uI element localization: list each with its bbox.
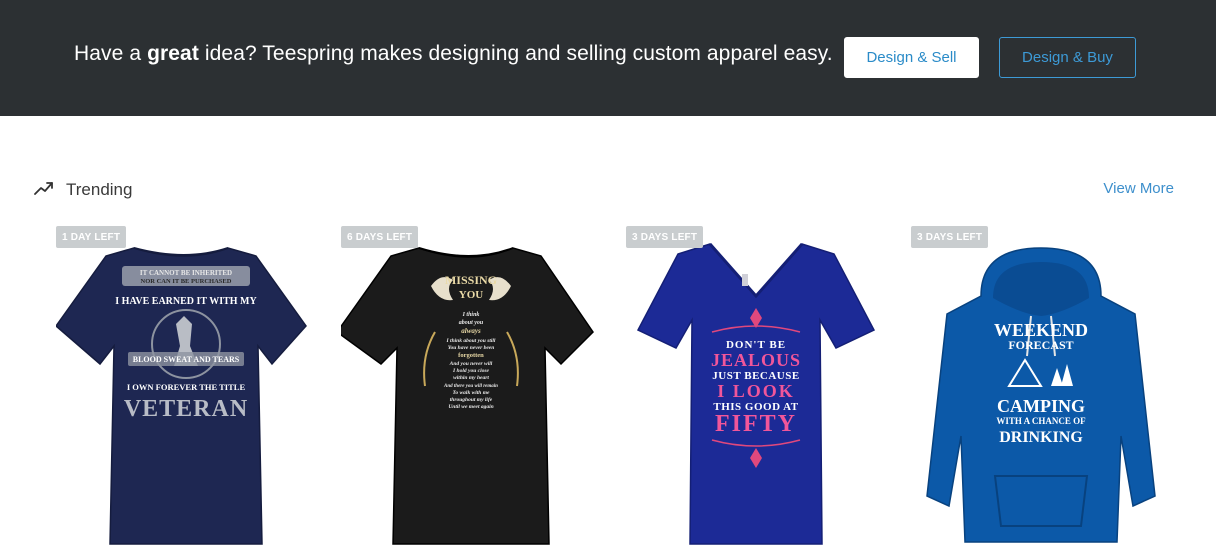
time-left-badge: 3 DAYS LEFT [626, 226, 704, 248]
shirt-line: I LOOK [717, 381, 795, 401]
shirt-line: Until we meet again [448, 404, 493, 410]
shirt-line: I think about you still [446, 338, 496, 344]
shirt-line: You have never been [448, 345, 495, 351]
shirt-line: CAMPING [997, 396, 1085, 416]
shirt-line: JEALOUS [711, 350, 801, 370]
view-more-link[interactable]: View More [1103, 180, 1174, 197]
shirt-line: And you never will [449, 361, 493, 367]
shirt-line: NOR CAN IT BE PURCHASED [141, 278, 232, 285]
product-image[interactable]: WEEKEND FORECAST CAMPING WITH A CHANCE O… [911, 236, 1171, 556]
product-card[interactable]: 1 DAY LEFT IT CANNOT BE INHERITED NOR CA… [56, 226, 316, 556]
trending-title: Trending [66, 180, 133, 199]
shirt-line: I OWN FOREVER THE TITLE [127, 382, 246, 392]
shirt-line: throughout my life [450, 397, 493, 403]
trending-up-icon [34, 180, 54, 196]
shirt-line: FIFTY [715, 411, 797, 437]
product-image[interactable]: MISSING YOU I think about you always I t… [341, 236, 601, 556]
shirt-line: MISSING [445, 273, 497, 287]
product-card[interactable]: 6 DAYS LEFT MISSING YOU I think about yo… [341, 226, 601, 556]
shirt-line: WEEKEND [994, 320, 1088, 340]
trending-header: Trending View More [0, 170, 1216, 210]
shirt-line: WITH A CHANCE OF [996, 416, 1086, 426]
product-card[interactable]: 3 DAYS LEFT WEEKEND FORECAST CAMPING WIT… [911, 226, 1171, 556]
time-left-badge: 6 DAYS LEFT [341, 226, 419, 248]
banner-text-bold: great [147, 42, 199, 65]
shirt-line: forgotten [458, 352, 484, 359]
shirt-line: IT CANNOT BE INHERITED [140, 269, 232, 277]
time-left-badge: 3 DAYS LEFT [911, 226, 989, 248]
shirt-line: VETERAN [124, 396, 248, 422]
design-sell-button[interactable]: Design & Sell [844, 37, 979, 78]
shirt-line: I HAVE EARNED IT WITH MY [115, 296, 257, 307]
product-card[interactable]: 3 DAYS LEFT DON'T BE JEALOUS JUST BECAUS… [626, 226, 886, 556]
shirt-line: always [461, 327, 481, 335]
shirt-line: FORECAST [1008, 338, 1073, 352]
product-image[interactable]: DON'T BE JEALOUS JUST BECAUSE I LOOK THI… [626, 236, 886, 556]
banner-tagline: Have a great idea? Teespring makes desig… [74, 42, 833, 66]
shirt-line: about you [459, 320, 484, 326]
shirt-line: I hold you close [452, 368, 489, 374]
product-image[interactable]: IT CANNOT BE INHERITED NOR CAN IT BE PUR… [56, 236, 316, 556]
shirt-line: BLOOD SWEAT AND TEARS [133, 355, 240, 364]
design-buy-button[interactable]: Design & Buy [999, 37, 1136, 78]
shirt-line: within my heart [453, 375, 489, 381]
shirt-line: I think [462, 312, 480, 318]
time-left-badge: 1 DAY LEFT [56, 226, 127, 248]
shirt-line: DRINKING [999, 429, 1083, 446]
shirt-line: YOU [459, 289, 484, 301]
banner-text-before: Have a [74, 42, 148, 65]
promo-banner: Have a great idea? Teespring makes desig… [0, 0, 1216, 116]
shirt-line: To walk with me [453, 390, 490, 396]
shirt-line: And there you will remain [443, 384, 498, 389]
banner-text-after: idea? Teespring makes designing and sell… [198, 42, 833, 65]
